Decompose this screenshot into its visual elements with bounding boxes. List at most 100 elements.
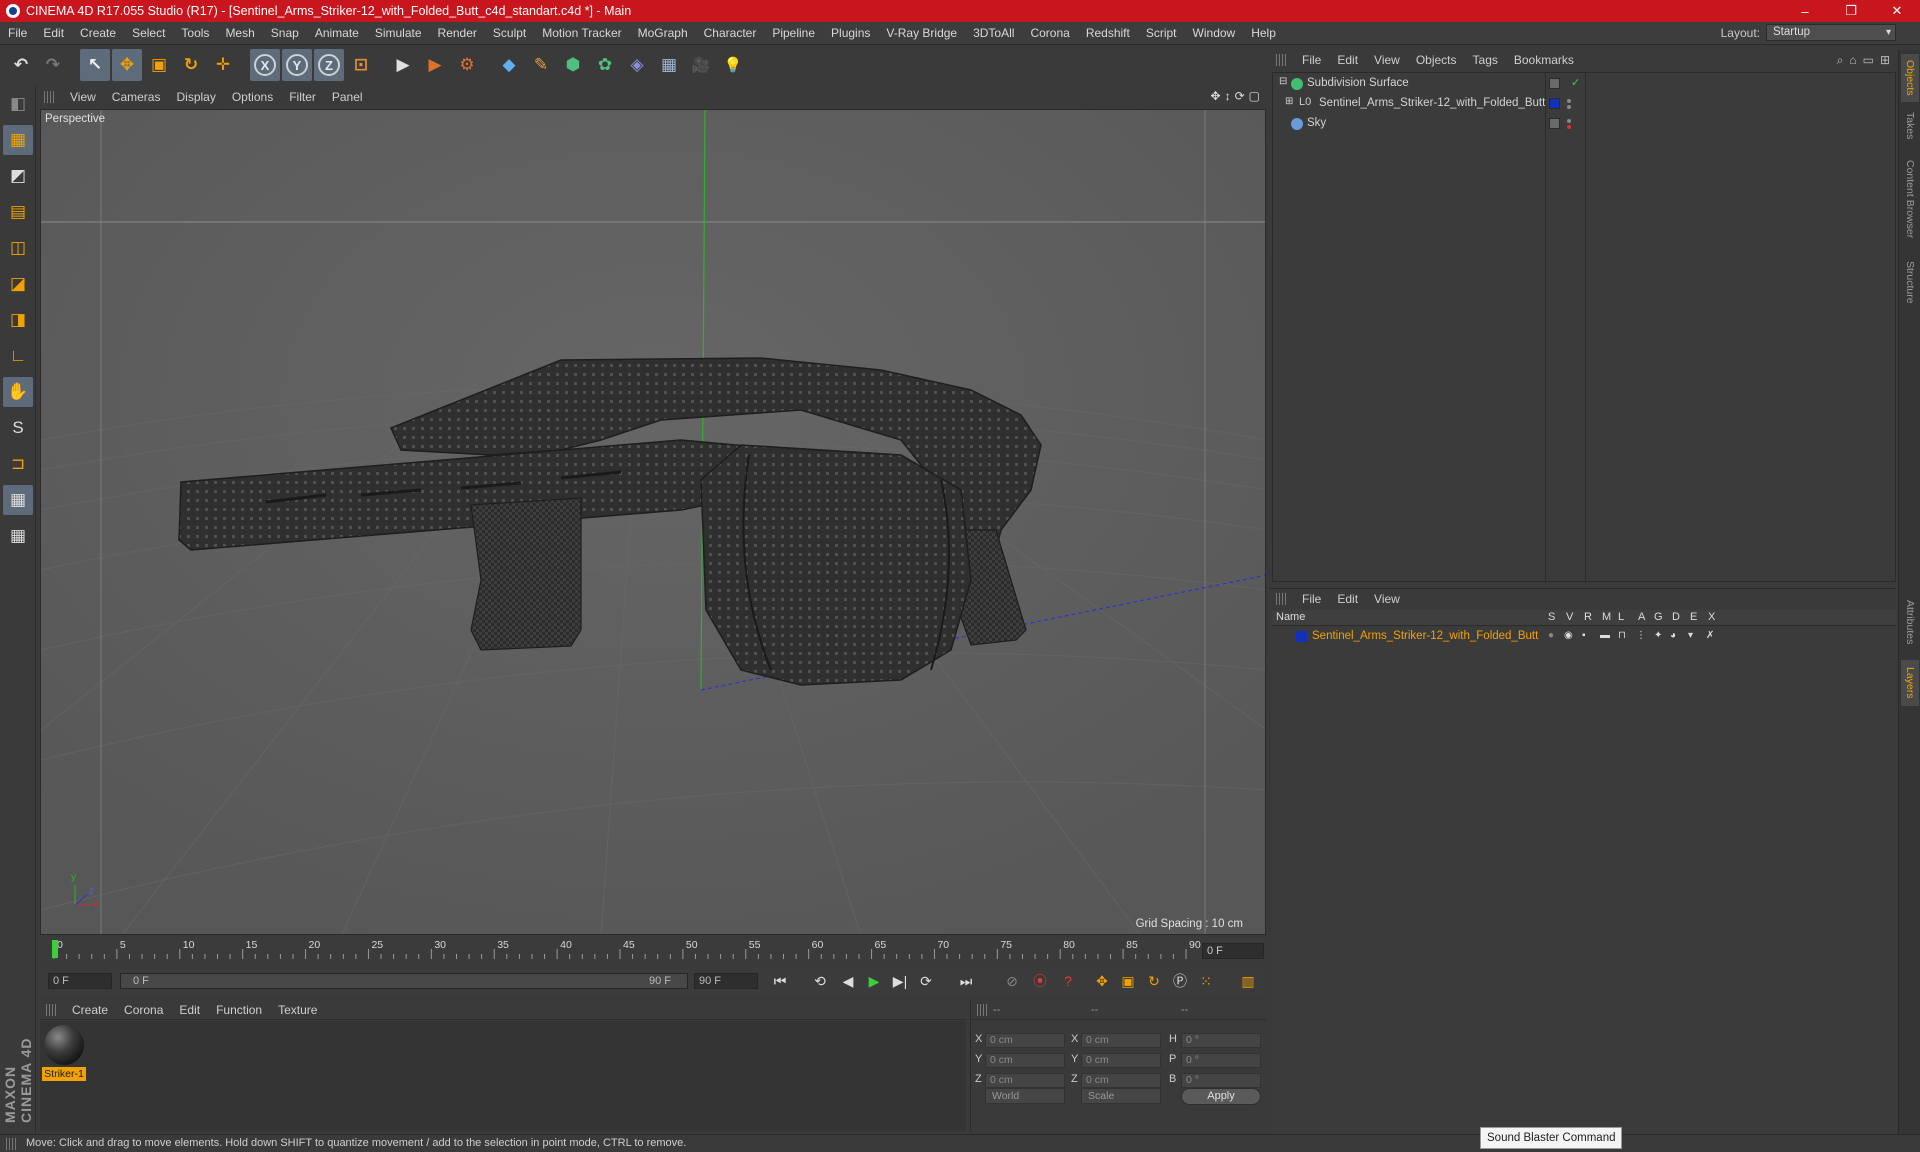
render-view-button[interactable]: ▶ [388,49,418,81]
rotation-h-field[interactable]: 0 ° [1181,1033,1261,1048]
material-menu-create[interactable]: Create [64,1003,116,1017]
model-mode-button[interactable]: ▦ [3,125,33,155]
tab-takes[interactable]: Takes [1901,106,1919,146]
layer-name[interactable]: Sentinel_Arms_Striker-12_with_Folded_But… [1312,630,1538,642]
solo-button[interactable]: S [3,413,33,443]
timeline-window-icon[interactable]: ▥ [1236,970,1260,992]
objects-menu-view[interactable]: View [1366,53,1408,67]
viewport-pan-icon[interactable]: ✥ [1211,89,1221,103]
autokey-icon[interactable]: ? [1056,970,1080,992]
menu-script[interactable]: Script [1138,26,1185,40]
end-frame-field[interactable]: 90 F [694,973,758,989]
position-x-field[interactable]: 0 cm [985,1033,1065,1048]
objects-menu-objects[interactable]: Objects [1408,53,1465,67]
quantize-button[interactable]: ▦ [3,521,33,551]
coordinate-system-button[interactable]: ⊡ [346,49,376,81]
position-y-field[interactable]: 0 cm [985,1053,1065,1068]
material-name-label[interactable]: Striker-1 [42,1067,86,1081]
layer-xref-icon[interactable]: ✗ [1706,630,1714,641]
viewport-menu-cameras[interactable]: Cameras [104,90,169,104]
minimize-button[interactable]: – [1782,0,1828,22]
expand-panel-icon[interactable]: ⊞ [1880,53,1890,68]
close-button[interactable]: ✕ [1874,0,1920,22]
size-x-field[interactable]: 0 cm [1081,1033,1161,1048]
menu-animate[interactable]: Animate [307,26,367,40]
menu-edit[interactable]: Edit [35,26,72,40]
object-row-sky[interactable]: Sky [1273,115,1895,133]
prev-frame-button[interactable]: ◀ [836,970,860,992]
scale-tool-button[interactable]: ▣ [144,49,174,81]
col-xref[interactable]: X [1708,611,1715,623]
menu-plugins[interactable]: Plugins [823,26,878,40]
viewport-toggle-icon[interactable]: ▢ [1249,89,1260,103]
key-pla-icon[interactable]: ⁙ [1194,970,1218,992]
key-position-icon[interactable]: ✥ [1090,970,1114,992]
next-key-button[interactable]: ⟳ [914,970,938,992]
cloner-button[interactable]: ✿ [590,49,620,81]
layer-lock-icon[interactable]: ⊓ [1618,630,1626,641]
size-y-field[interactable]: 0 cm [1081,1053,1161,1068]
layer-swatch[interactable] [1549,118,1560,129]
menu-mograph[interactable]: MoGraph [630,26,696,40]
edges-mode-button[interactable]: ◪ [3,269,33,299]
snap-button[interactable]: ⊐ [3,449,33,479]
3d-viewport[interactable]: y x z Perspective Grid Spacing : 10 cm [40,109,1266,935]
position-z-field[interactable]: 0 cm [985,1073,1065,1088]
objects-menu-bookmarks[interactable]: Bookmarks [1506,53,1582,67]
goto-start-button[interactable]: ⏮ [768,970,792,992]
make-editable-button[interactable]: ◧ [3,89,33,119]
camera-button[interactable]: 🎥 [686,49,716,81]
menu-tools[interactable]: Tools [173,26,217,40]
viewport-menu-display[interactable]: Display [168,90,223,104]
z-axis-lock-button[interactable]: Z [314,49,344,81]
x-axis-lock-button[interactable]: X [250,49,280,81]
undo-button[interactable]: ↶ [6,49,36,81]
objects-menu-tags[interactable]: Tags [1465,53,1506,67]
menu-render[interactable]: Render [430,26,485,40]
layer-view-icon[interactable]: ◉ [1564,630,1573,641]
layer-render-icon[interactable]: ▪ [1582,630,1586,641]
layers-menu-file[interactable]: File [1294,592,1329,606]
layer-manager-icon[interactable]: ▬ [1600,630,1610,641]
col-view[interactable]: V [1566,611,1573,623]
tab-attributes[interactable]: Attributes [1901,588,1919,656]
play-button[interactable]: ▶ [862,970,886,992]
material-menu-corona[interactable]: Corona [116,1003,171,1017]
menu-3dtoall[interactable]: 3DToAll [965,26,1022,40]
select-tool-button[interactable]: ↖ [80,49,110,81]
menu-snap[interactable]: Snap [263,26,307,40]
tab-objects[interactable]: Objects [1901,54,1919,102]
menu-window[interactable]: Window [1185,26,1244,40]
col-animation[interactable]: A [1638,611,1645,623]
object-row-subdivision[interactable]: ⊟ Subdivision Surface ✓ [1273,75,1895,93]
editor-visibility-dot[interactable] [1567,119,1571,123]
menu-mesh[interactable]: Mesh [217,26,262,40]
tweak-mode-button[interactable]: ✋ [3,377,33,407]
layers-menu-view[interactable]: View [1366,592,1408,606]
viewport-menu-filter[interactable]: Filter [281,90,324,104]
rotation-p-field[interactable]: 0 ° [1181,1053,1261,1068]
frame-range-slider[interactable]: 0 F 90 F [120,973,688,989]
texture-mode-button[interactable]: ◩ [3,161,33,191]
apply-button[interactable]: Apply [1181,1088,1261,1105]
points-mode-button[interactable]: ◫ [3,233,33,263]
size-z-field[interactable]: 0 cm [1081,1073,1161,1088]
coordinate-space-dropdown[interactable]: World [985,1088,1065,1104]
current-frame-field[interactable]: 0 F [1202,943,1264,959]
tab-content-browser[interactable]: Content Browser [1901,150,1919,248]
minimize-panel-icon[interactable]: ▭ [1863,53,1874,68]
viewport-orbit-icon[interactable]: ⟳ [1235,89,1245,103]
render-picture-viewer-button[interactable]: ▶ [420,49,450,81]
menu-pipeline[interactable]: Pipeline [764,26,823,40]
layers-menu-edit[interactable]: Edit [1329,592,1366,606]
render-visibility-dot[interactable] [1567,125,1571,129]
material-preview-sphere[interactable] [44,1025,84,1065]
render-settings-button[interactable]: ⚙ [452,49,482,81]
key-rotation-icon[interactable]: ↻ [1142,970,1166,992]
key-param-icon[interactable]: Ⓟ [1168,970,1192,992]
goto-end-button[interactable]: ⏭ [954,970,978,992]
enabled-check-icon[interactable]: ✓ [1571,76,1580,89]
light-button[interactable]: 💡 [718,49,748,81]
axis-mode-button[interactable]: ∟ [3,341,33,371]
viewport-dolly-icon[interactable]: ↕ [1225,89,1231,103]
